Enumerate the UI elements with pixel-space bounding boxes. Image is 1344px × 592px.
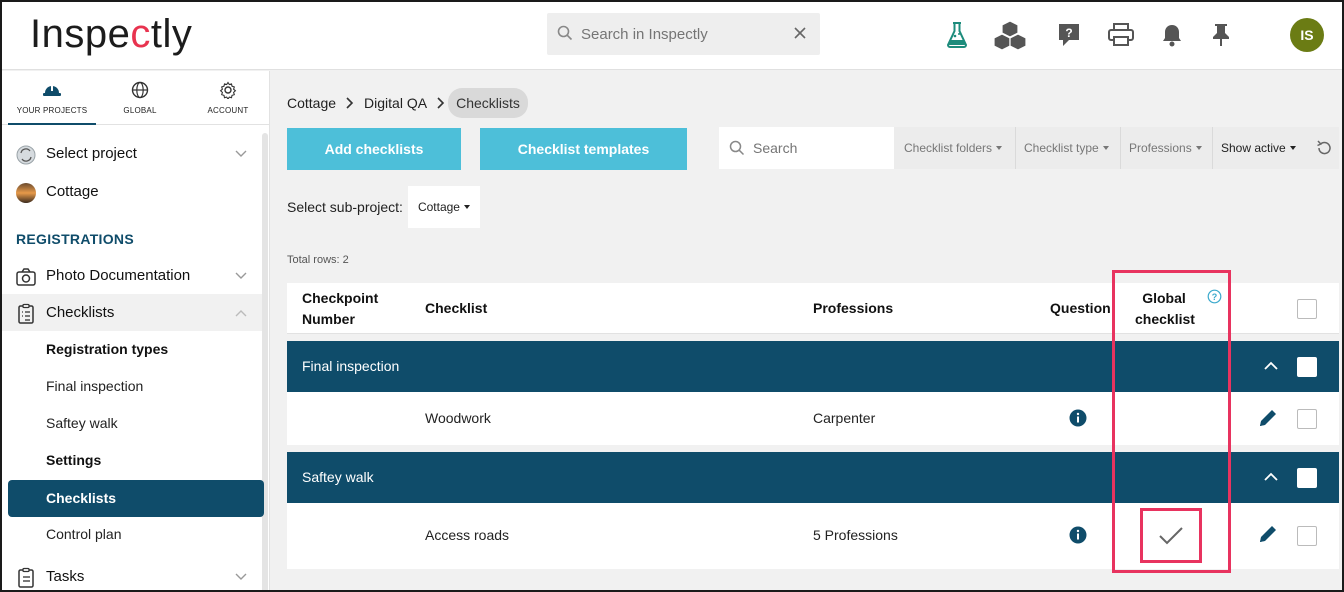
sidebar-scrollbar[interactable] (262, 133, 268, 590)
caret-down-icon (1102, 146, 1109, 150)
sidebar-item-settings: Settings (46, 452, 102, 468)
chevron-right-icon (437, 97, 445, 109)
header-question[interactable]: Question (1050, 298, 1111, 319)
project-avatar-icon (16, 183, 36, 203)
professions-dropdown[interactable]: Professions (1120, 127, 1202, 169)
header-professions[interactable]: Professions (813, 298, 893, 319)
search-icon (729, 140, 745, 156)
project-picker-icon (16, 145, 36, 165)
close-icon[interactable] (790, 23, 810, 43)
checklist-folders-dropdown[interactable]: Checklist folders (904, 127, 1003, 169)
caret-down-icon (996, 146, 1003, 150)
sub-project-selector: Select sub-project: Cottage (287, 186, 480, 228)
info-icon[interactable] (1069, 409, 1087, 427)
flask-icon[interactable] (940, 18, 974, 52)
hardhat-icon (43, 85, 61, 96)
row-checkbox[interactable] (1297, 409, 1317, 429)
chevron-up-icon (235, 310, 247, 317)
pencil-icon[interactable] (1257, 523, 1279, 545)
group-checkbox[interactable] (1297, 357, 1317, 377)
chevron-up-icon[interactable] (1262, 358, 1280, 374)
sidebar-item-checklists[interactable]: Checklists (2, 294, 262, 331)
table-search-input[interactable] (753, 136, 883, 160)
show-active-dropdown[interactable]: Show active (1212, 127, 1296, 169)
chevron-down-icon (235, 573, 247, 580)
camera-icon (16, 268, 36, 286)
checklist-type-dropdown[interactable]: Checklist type (1015, 127, 1109, 169)
header-checklist[interactable]: Checklist (425, 298, 487, 319)
checklist-templates-button[interactable]: Checklist templates (480, 128, 687, 170)
caret-down-icon (1289, 146, 1296, 150)
chevron-right-icon (346, 97, 354, 109)
tab-global[interactable]: GLOBAL (96, 71, 184, 125)
caret-down-icon (1195, 146, 1202, 150)
table-search (719, 127, 894, 169)
chevron-down-icon (235, 272, 247, 279)
breadcrumb: Cottage Digital QA Checklists (287, 88, 528, 118)
inspectly-logo[interactable]: Inspectly (30, 12, 192, 57)
tab-your-projects[interactable]: YOUR PROJECTS (8, 71, 96, 125)
info-icon[interactable] (1069, 526, 1087, 544)
sidebar: YOUR PROJECTS GLOBAL ACCOUNT Select proj… (2, 71, 270, 590)
sidebar-item-settings-checklists[interactable]: Checklists (8, 480, 264, 517)
add-checklists-button[interactable]: Add checklists (287, 128, 461, 170)
search-icon (557, 25, 573, 41)
print-icon[interactable] (1104, 18, 1138, 52)
clipboard-icon (18, 567, 34, 588)
select-all-checkbox[interactable] (1297, 299, 1317, 319)
globe-icon (131, 81, 149, 99)
highlight-global-check (1140, 508, 1202, 563)
user-avatar[interactable]: IS (1290, 18, 1324, 52)
total-rows: Total rows: 2 (287, 254, 349, 266)
tab-account[interactable]: ACCOUNT (184, 71, 272, 125)
group-checkbox[interactable] (1297, 468, 1317, 488)
breadcrumb-cottage[interactable]: Cottage (287, 95, 336, 111)
filter-bar: Checklist folders Checklist type Profess… (719, 127, 1339, 169)
breadcrumb-checklists: Checklists (448, 88, 528, 118)
sidebar-item-tasks[interactable]: Tasks (2, 558, 262, 590)
app-window: Inspectly ? IS YOUR PRO (0, 0, 1344, 592)
sidebar-item-final-inspection[interactable]: Final inspection (2, 368, 262, 405)
svg-text:?: ? (1065, 26, 1072, 40)
global-search-input[interactable] (581, 21, 781, 47)
sidebar-item-photo-documentation[interactable]: Photo Documentation (2, 257, 262, 294)
caret-down-icon (463, 205, 470, 209)
help-icon[interactable]: ? (1052, 18, 1086, 52)
top-header: Inspectly ? IS (2, 2, 1342, 70)
cubes-icon[interactable] (993, 18, 1027, 52)
section-registrations: REGISTRATIONS (16, 231, 134, 247)
sidebar-item-saftey-walk[interactable]: Saftey walk (2, 405, 262, 442)
pencil-icon[interactable] (1257, 407, 1279, 429)
chevron-down-icon (235, 150, 247, 157)
chevron-up-icon[interactable] (1262, 469, 1280, 485)
gear-icon (219, 81, 237, 99)
sidebar-item-registration-types: Registration types (46, 341, 169, 357)
row-checkbox[interactable] (1297, 526, 1317, 546)
sub-project-dropdown[interactable]: Cottage (407, 186, 480, 228)
main-content: Cottage Digital QA Checklists Add checkl… (271, 71, 1342, 590)
bell-icon[interactable] (1155, 18, 1189, 52)
clipboard-icon (18, 303, 34, 324)
sidebar-select-project[interactable]: Select project (2, 135, 262, 172)
sidebar-item-control-plan[interactable]: Control plan (2, 516, 262, 553)
breadcrumb-digital-qa[interactable]: Digital QA (364, 95, 427, 111)
sidebar-tabs: YOUR PROJECTS GLOBAL ACCOUNT (2, 71, 270, 125)
reset-icon[interactable] (1315, 139, 1333, 157)
global-search (547, 13, 820, 55)
header-checkpoint-number[interactable]: Checkpoint Number (302, 288, 378, 330)
sidebar-project-cottage[interactable]: Cottage (2, 173, 262, 210)
pin-icon[interactable] (1204, 18, 1238, 52)
